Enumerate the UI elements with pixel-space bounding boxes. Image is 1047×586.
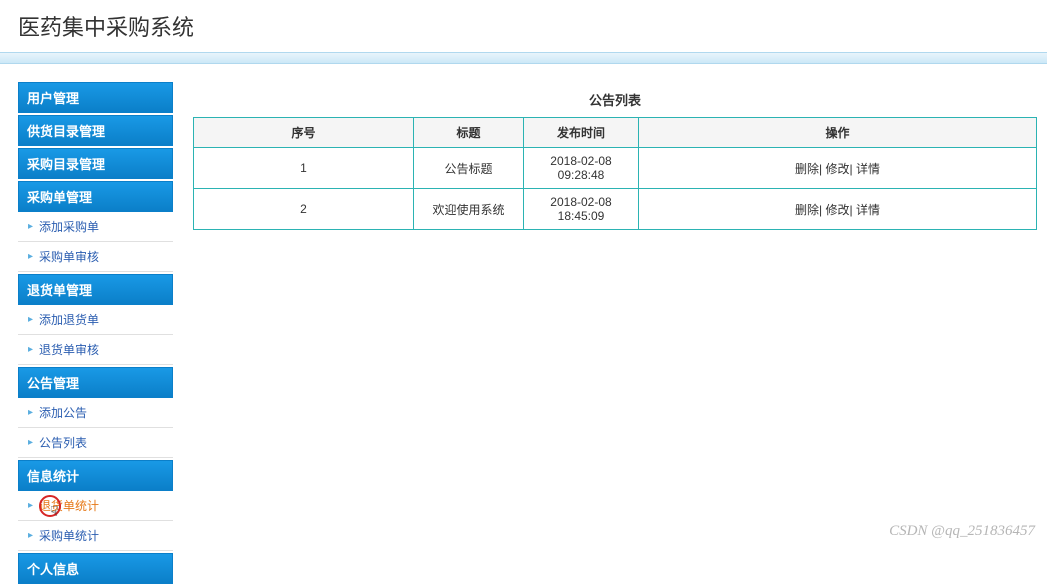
menu-header[interactable]: 公告管理	[18, 367, 173, 398]
menu-item[interactable]: ▸ 退货单审核	[18, 335, 173, 365]
announcement-table: 序号 标题 发布时间 操作 1公告标题2018-02-08 09:28:48删除…	[193, 117, 1037, 230]
detail-link[interactable]: 详情	[856, 162, 880, 176]
menu-item-label: 采购单统计	[39, 527, 99, 544]
menu-item-label: 添加公告	[39, 404, 87, 421]
table-row: 1公告标题2018-02-08 09:28:48删除| 修改| 详情	[194, 148, 1037, 189]
cell-action: 删除| 修改| 详情	[639, 148, 1037, 189]
arrow-icon: ▸	[28, 437, 33, 448]
edit-link[interactable]: 修改	[825, 203, 849, 217]
col-header-title: 标题	[414, 118, 524, 148]
col-header-action: 操作	[639, 118, 1037, 148]
arrow-icon: ▸	[28, 221, 33, 232]
menu-item-label: 退货单审核	[39, 341, 99, 358]
arrow-icon: ▸	[28, 314, 33, 325]
menu-header[interactable]: 采购单管理	[18, 181, 173, 212]
edit-link[interactable]: 修改	[825, 162, 849, 176]
sidebar: 用户管理供货目录管理采购目录管理采购单管理 ▸ 添加采购单 ▸ 采购单审核退货单管理 ▸ 添…	[18, 82, 173, 586]
arrow-icon: ▸	[28, 344, 33, 355]
menu-item-label: 添加退货单	[39, 311, 99, 328]
menu-header[interactable]: 供货目录管理	[18, 115, 173, 146]
col-header-time: 发布时间	[524, 118, 639, 148]
menu-item[interactable]: ▸ 添加公告	[18, 398, 173, 428]
main-content: 公告列表 序号 标题 发布时间 操作 1公告标题2018-02-08 09:28…	[193, 82, 1047, 586]
arrow-icon: ▸	[28, 530, 33, 541]
menu-item[interactable]: ▸ 添加采购单	[18, 212, 173, 242]
menu-item-label: 退货单统计	[39, 499, 99, 513]
detail-link[interactable]: 详情	[856, 203, 880, 217]
cell-time: 2018-02-08 18:45:09	[524, 189, 639, 230]
page-title: 医药集中采购系统	[0, 0, 1047, 52]
menu-item[interactable]: ▸ 采购单统计	[18, 521, 173, 551]
table-title: 公告列表	[193, 82, 1037, 117]
menu-header[interactable]: 退货单管理	[18, 274, 173, 305]
delete-link[interactable]: 删除	[795, 162, 819, 176]
menu-header[interactable]: 个人信息	[18, 553, 173, 584]
menu-item[interactable]: ▸退货单统计☟	[18, 491, 173, 521]
menu-item-label: 采购单审核	[39, 248, 99, 265]
cell-sn: 1	[194, 148, 414, 189]
menu-item[interactable]: ▸ 添加退货单	[18, 305, 173, 335]
cell-time: 2018-02-08 09:28:48	[524, 148, 639, 189]
menu-item[interactable]: ▸ 公告列表	[18, 428, 173, 458]
arrow-icon: ▸	[28, 407, 33, 418]
cell-action: 删除| 修改| 详情	[639, 189, 1037, 230]
menu-header[interactable]: 用户管理	[18, 82, 173, 113]
menu-header[interactable]: 采购目录管理	[18, 148, 173, 179]
menu-item-label: 公告列表	[39, 434, 87, 451]
menu-item-label: 添加采购单	[39, 218, 99, 235]
table-row: 2欢迎使用系统2018-02-08 18:45:09删除| 修改| 详情	[194, 189, 1037, 230]
arrow-icon: ▸	[28, 500, 33, 511]
col-header-sn: 序号	[194, 118, 414, 148]
cell-title: 公告标题	[414, 148, 524, 189]
menu-item[interactable]: ▸ 采购单审核	[18, 242, 173, 272]
delete-link[interactable]: 删除	[795, 203, 819, 217]
arrow-icon: ▸	[28, 251, 33, 262]
header-bar	[0, 52, 1047, 64]
menu-header[interactable]: 信息统计	[18, 460, 173, 491]
cell-title: 欢迎使用系统	[414, 189, 524, 230]
cell-sn: 2	[194, 189, 414, 230]
